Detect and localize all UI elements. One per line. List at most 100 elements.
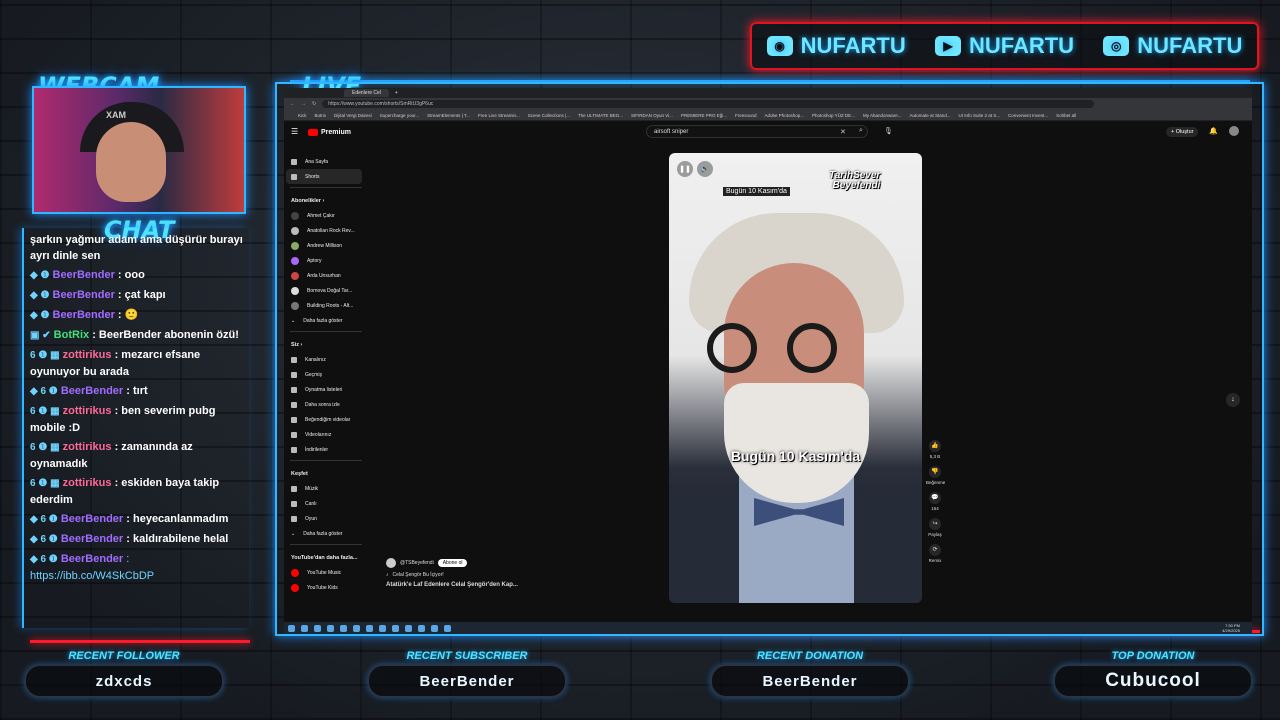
forward-icon[interactable]: → xyxy=(301,101,306,107)
share-button[interactable]: ↪ Paylaş xyxy=(926,518,944,537)
taskbar-app-icon[interactable] xyxy=(444,624,451,632)
sidebar-item-youtube-music[interactable]: YouTube Music xyxy=(286,565,366,580)
new-tab-button[interactable]: + xyxy=(395,90,398,96)
youtube-logo[interactable]: Premium xyxy=(308,128,351,136)
channel-name[interactable]: @TSBeyefendi xyxy=(400,560,434,566)
sidebar-item-channel[interactable]: Kanalınız xyxy=(286,352,366,367)
sidebar-item-liked[interactable]: Beğendiğim videolar xyxy=(286,412,366,427)
history-icon xyxy=(291,371,297,378)
bookmark[interactable]: PREMIERE PRO Eği... xyxy=(681,113,727,118)
taskbar-app-icon[interactable] xyxy=(353,624,360,632)
sidebar-item-downloads[interactable]: İndirilenler xyxy=(286,442,366,457)
dislike-button[interactable]: 👎 Beğenme xyxy=(926,466,945,485)
next-short-button[interactable]: ↓ xyxy=(1226,393,1240,407)
channel-avatar xyxy=(291,286,299,295)
bookmark[interactable]: Freesound xyxy=(735,113,757,118)
sidebar-item-music[interactable]: Müzik xyxy=(286,481,366,496)
subscription-item[interactable]: Building Roots - Alt... xyxy=(286,298,366,313)
recent-donation-label: RECENT DONATION xyxy=(756,650,864,662)
channel-avatar[interactable] xyxy=(386,558,396,568)
taskbar-app-icon[interactable] xyxy=(418,624,425,632)
subscription-item[interactable]: Andrew Millison xyxy=(286,238,366,253)
subscription-item[interactable]: Aptory xyxy=(286,253,366,268)
bookmark[interactable]: Supercharge your... xyxy=(380,113,419,118)
taskbar-clock[interactable]: 7:30 PM 4/29/2025 xyxy=(1222,623,1240,633)
mic-icon[interactable]: 🎙 xyxy=(884,127,893,135)
subscribe-button[interactable]: Abone ol xyxy=(437,559,468,567)
bookmark[interactable]: Convenient Invent... xyxy=(1008,113,1048,118)
taskbar-app-icon[interactable] xyxy=(405,624,412,632)
short-video-player[interactable]: Bugün 10 Kasım'da TarihSever Beyefendi B… xyxy=(669,153,922,603)
recent-subscriber-value: BeerBender xyxy=(367,664,567,698)
bell-icon[interactable]: 🔔 xyxy=(1209,127,1218,135)
create-button[interactable]: + Oluştur xyxy=(1166,127,1199,137)
you-header[interactable]: Siz › xyxy=(286,335,366,352)
short-title[interactable]: Atatürk'e Laf Edenlere Celal Şengör'den … xyxy=(386,582,518,588)
avatar[interactable] xyxy=(1229,126,1239,136)
bookmark[interactable]: UI Info Suite 2 at S... xyxy=(959,113,1001,118)
bookmark[interactable]: Sohbet all xyxy=(1056,113,1076,118)
bookmark[interactable]: SIFIRDAN Oyun Vi... xyxy=(631,113,673,118)
webcam-feed: XAM xyxy=(32,86,246,214)
reload-icon[interactable]: ↻ xyxy=(312,101,316,107)
sidebar-item-your-videos[interactable]: Videolarınız xyxy=(286,427,366,442)
show-more-explore[interactable]: ⌄ Daha fazla göster xyxy=(286,526,366,541)
taskbar-app-icon[interactable] xyxy=(327,624,334,632)
taskbar-app-icon[interactable] xyxy=(340,624,347,632)
comment-button[interactable]: 💬 154 xyxy=(926,492,944,511)
search-icon[interactable]: ⌕ xyxy=(859,127,863,135)
instagram-icon: ◎ xyxy=(1103,36,1130,56)
taskbar-app-icon[interactable] xyxy=(392,624,399,632)
subscription-item[interactable]: Bornova Doğal Tar... xyxy=(286,283,366,298)
explore-header: Keşfet xyxy=(291,471,308,477)
subscription-item[interactable]: Anatolian Rock Rev... xyxy=(286,223,366,238)
bookmark[interactable]: Adobe Photoshop... xyxy=(764,113,804,118)
taskbar-app-icon[interactable] xyxy=(301,624,308,632)
search-input[interactable]: airsoft sniper xyxy=(646,125,868,138)
bookmark[interactable]: Free Live Streamin... xyxy=(478,113,520,118)
sidebar-item-live[interactable]: Canlı xyxy=(286,496,366,511)
short-music[interactable]: Celal Şengör Bu İçiyor! xyxy=(393,572,444,578)
sidebar-item-youtube-kids[interactable]: YouTube Kids xyxy=(286,580,366,595)
show-more-subs[interactable]: ⌄ Daha fazla göster xyxy=(286,313,366,328)
bookmark[interactable]: Botrix xyxy=(315,113,327,118)
sidebar-item-gaming[interactable]: Oyun xyxy=(286,511,366,526)
live-icon xyxy=(291,500,297,507)
clear-search-icon[interactable]: ✕ xyxy=(840,128,846,136)
bookmark[interactable]: Kick xyxy=(298,113,307,118)
divider xyxy=(290,460,362,461)
subscription-item[interactable]: Arda Unsurhan xyxy=(286,268,366,283)
url-field[interactable]: https://www.youtube.com/shorts/SmRtU3gP6… xyxy=(322,100,1095,108)
sidebar-item-home[interactable]: Ana Sayfa xyxy=(286,154,366,169)
taskbar-app-icon[interactable] xyxy=(314,624,321,632)
sidebar-item-playlists[interactable]: Oynatma listeleri xyxy=(286,382,366,397)
bookmark[interactable]: StreamElements | T... xyxy=(427,113,470,118)
browser-tabbar: Edenlere Cel + xyxy=(284,88,1252,98)
bookmark[interactable]: Photoshop YÜZ DE... xyxy=(812,113,855,118)
recent-subscriber-label: RECENT SUBSCRIBER xyxy=(406,650,528,662)
sidebar-item-history[interactable]: Geçmiş xyxy=(286,367,366,382)
taskbar-app-icon[interactable] xyxy=(366,624,373,632)
remix-button[interactable]: ⟳ Remix xyxy=(926,544,944,563)
bookmark[interactable]: My Abandonware... xyxy=(863,113,902,118)
pause-icon[interactable]: ❚❚ xyxy=(677,161,693,177)
back-icon[interactable]: ← xyxy=(290,101,295,107)
sidebar-item-shorts[interactable]: Shorts xyxy=(286,169,362,184)
playlist-icon xyxy=(291,386,297,393)
like-button[interactable]: 👍 5,3 B xyxy=(926,440,944,459)
menu-icon[interactable]: ☰ xyxy=(291,127,298,136)
bookmark[interactable]: Automate at Stand... xyxy=(909,113,950,118)
bookmark[interactable]: Scene Collections |... xyxy=(528,113,570,118)
sidebar-item-watch-later[interactable]: Daha sonra izle xyxy=(286,397,366,412)
subscription-item[interactable]: Ahmet Çakır xyxy=(286,208,366,223)
channel-avatar xyxy=(291,241,299,250)
subscriptions-header[interactable]: Abonelikler › xyxy=(286,191,366,208)
bookmark[interactable]: Dijital Vergi Dairesi xyxy=(334,113,372,118)
taskbar-app-icon[interactable] xyxy=(379,624,386,632)
youtube-play-icon xyxy=(308,128,318,136)
volume-icon[interactable]: 🔈 xyxy=(697,161,713,177)
taskbar-app-icon[interactable] xyxy=(431,624,438,632)
browser-tab[interactable]: Edenlere Cel xyxy=(344,89,389,97)
start-icon[interactable] xyxy=(288,624,295,632)
bookmark[interactable]: The ULTIMATE BEG... xyxy=(578,113,623,118)
